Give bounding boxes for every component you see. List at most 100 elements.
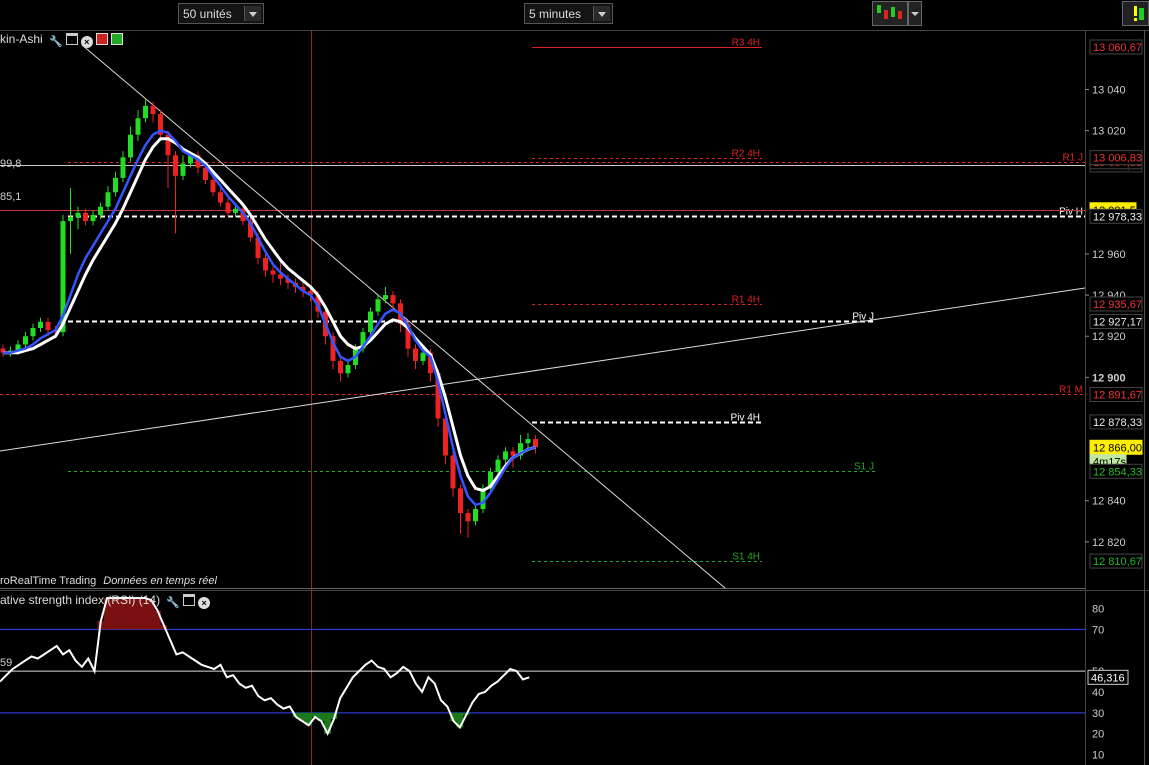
ma-fast-line <box>3 129 536 507</box>
y-tick-label: 12 840 <box>1092 496 1126 508</box>
price-tag-label: 13 006,83 <box>1093 153 1142 165</box>
candle-body <box>105 192 111 207</box>
candle-body <box>75 212 81 217</box>
left-value-1: 99,8 <box>0 158 22 170</box>
candle-body <box>450 455 456 489</box>
move-up-icon[interactable] <box>110 33 123 45</box>
candle-body <box>368 311 373 333</box>
candle-body <box>375 299 381 312</box>
candle-body <box>180 163 186 176</box>
candle-body <box>525 439 531 444</box>
price-tag-label: 12 854,33 <box>1093 466 1142 478</box>
close-icon[interactable]: × <box>198 597 211 609</box>
rsi-pane: 8070504030201046,316 <box>0 597 1129 762</box>
price-tag-label: 13 060,67 <box>1093 42 1142 54</box>
level-label: Piv 4H <box>731 413 760 424</box>
move-down-icon[interactable] <box>95 33 108 45</box>
wrench-icon[interactable]: 🔧 <box>166 596 180 609</box>
price-pane-title: kin-Ashi <box>0 32 43 46</box>
candle-body <box>495 459 501 472</box>
moving-averages-layer <box>3 129 536 507</box>
candle-body <box>233 208 238 213</box>
candle-body <box>45 321 51 331</box>
candle-body <box>113 177 118 193</box>
rsi-value-tag-label: 46,316 <box>1091 672 1125 684</box>
candle-body <box>413 348 418 361</box>
candle-body <box>83 212 88 222</box>
candle-body <box>338 360 343 374</box>
rsi-pane-header: ative strength index (RSI) (14) 🔧 × <box>0 593 211 609</box>
close-icon[interactable]: × <box>80 36 93 48</box>
y-tick-label: 12 960 <box>1092 249 1126 261</box>
left-value-2: 85,1 <box>0 191 22 203</box>
y-tick-label: 13 040 <box>1092 84 1126 96</box>
level-label: S1 4H <box>732 552 760 563</box>
y-tick-label: 12 920 <box>1092 331 1126 343</box>
rsi-y-tick-label: 30 <box>1092 708 1104 720</box>
candle-body <box>533 439 538 448</box>
price-tag-label: 12 935,67 <box>1093 299 1142 311</box>
candle-body <box>458 488 463 514</box>
rsi-left-value: 59 <box>0 657 13 669</box>
candle-body <box>263 258 268 271</box>
candle-body <box>23 336 28 345</box>
candle-body <box>150 105 156 115</box>
candle-body <box>225 202 231 213</box>
rsi-y-tick-label: 10 <box>1092 750 1104 762</box>
price-axis: 13 04013 02012 96012 94012 92012 90012 8… <box>1085 39 1143 569</box>
candle-body <box>120 157 126 178</box>
price-tag-label: 12 878,33 <box>1093 417 1142 429</box>
price-tag-label: 12 978,33 <box>1093 211 1142 223</box>
level-label: R3 4H <box>732 38 760 49</box>
price-tag-label: 12 810,67 <box>1093 556 1142 568</box>
level-label: R1 4H <box>732 295 760 306</box>
level-label: Piv H <box>1059 207 1083 218</box>
candle-body <box>30 328 36 337</box>
wrench-icon[interactable]: 🔧 <box>49 35 63 48</box>
candle-body <box>270 270 276 275</box>
data-status: Données en temps réel <box>103 575 217 587</box>
price-tag-label: 12 927,17 <box>1093 316 1142 328</box>
candle-body <box>465 513 471 522</box>
candle-body <box>383 295 388 300</box>
candle-body <box>473 508 478 522</box>
rsi-y-tick-label: 80 <box>1092 603 1104 615</box>
level-label: S1 J <box>854 462 874 473</box>
candle-body <box>420 352 426 361</box>
y-tick-label: 13 020 <box>1092 126 1126 138</box>
candle-body <box>135 118 141 135</box>
rsi-line <box>0 597 530 737</box>
candle-body <box>98 206 103 215</box>
candle-body <box>68 216 73 222</box>
rsi-y-tick-label: 20 <box>1092 729 1104 741</box>
level-label: R1 M <box>1059 385 1083 396</box>
price-tag-label: 12 891,67 <box>1093 389 1142 401</box>
rsi-y-tick-label: 70 <box>1092 624 1104 636</box>
candle-body <box>90 214 96 222</box>
ma-slow-line <box>3 137 536 493</box>
candle-body <box>38 321 43 329</box>
y-tick-label: 12 900 <box>1092 372 1126 384</box>
candle-body <box>390 295 396 304</box>
candle-body <box>143 105 148 119</box>
price-pane-header: kin-Ashi 🔧 × <box>0 32 123 48</box>
rsi-pane-title: ative strength index (RSI) (14) <box>0 593 161 607</box>
candle-body <box>210 179 216 193</box>
candle-body <box>128 134 133 158</box>
price-pane-footer: roRealTime Trading Données en temps réel <box>0 575 217 587</box>
y-tick-label: 12 820 <box>1092 537 1126 549</box>
trendline-up <box>0 287 1086 452</box>
price-tag-label: 12 866,00 <box>1093 442 1142 454</box>
window-icon[interactable] <box>65 33 78 45</box>
rsi-y-tick-label: 40 <box>1092 687 1104 699</box>
candle-body <box>345 365 351 374</box>
data-source: roRealTime Trading <box>0 575 97 587</box>
candle-body <box>503 451 508 460</box>
candle-body <box>218 192 223 203</box>
level-label: R2 4H <box>732 149 760 160</box>
candle-body <box>510 451 516 456</box>
level-label: R1 J <box>1062 153 1083 164</box>
candle-body <box>173 155 178 176</box>
window-icon[interactable] <box>183 594 196 606</box>
chart-canvas[interactable]: R3 4HR2 4H R1 JPiv HR1 4HPiv JR1 MPiv 4HS… <box>0 0 1149 765</box>
